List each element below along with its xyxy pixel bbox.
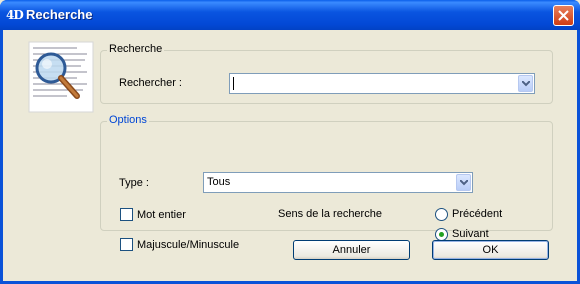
direction-next-label: Suivant	[452, 228, 489, 240]
title-bar[interactable]: 4D Recherche	[0, 0, 580, 30]
options-group-title: Options	[107, 114, 149, 126]
type-label: Type :	[119, 177, 149, 189]
search-input[interactable]	[229, 73, 535, 94]
type-dropdown-button[interactable]	[456, 174, 471, 191]
match-case-label: Majuscule/Minuscule	[137, 239, 240, 251]
4d-logo-icon: 4D	[6, 8, 24, 22]
ok-button[interactable]: OK	[432, 240, 549, 260]
search-group-title: Recherche	[107, 43, 165, 55]
window-title: Recherche	[26, 7, 93, 22]
type-select[interactable]: Tous	[203, 172, 473, 193]
radio-selected-dot	[439, 232, 444, 237]
whole-word-label: Mot entier	[137, 209, 186, 221]
options-group: Options Type : Tous Mot entier Majuscule…	[100, 114, 553, 251]
search-dropdown-button[interactable]	[518, 75, 533, 92]
search-direction-label: Sens de la recherche	[278, 208, 382, 220]
close-button[interactable]	[553, 5, 574, 26]
match-case-checkbox[interactable]	[120, 238, 133, 251]
whole-word-checkbox[interactable]	[120, 208, 133, 221]
direction-previous-radio[interactable]	[435, 208, 448, 221]
search-label: Rechercher :	[119, 77, 182, 89]
chevron-down-icon	[522, 81, 530, 87]
search-group: Recherche Rechercher :	[100, 43, 553, 104]
dialog-window: 4D Recherche Recherche Rechercher: Opti…	[0, 0, 580, 284]
text-cursor	[233, 77, 234, 90]
chevron-down-icon	[460, 180, 468, 186]
direction-previous-label: Précédent	[452, 208, 503, 220]
cancel-button[interactable]: Annuler	[293, 240, 410, 260]
magnifier-document-icon	[28, 41, 94, 113]
close-icon	[558, 10, 569, 21]
type-value: Tous	[207, 176, 231, 188]
dialog-body: Recherche Rechercher : Options Type : To…	[3, 30, 577, 281]
